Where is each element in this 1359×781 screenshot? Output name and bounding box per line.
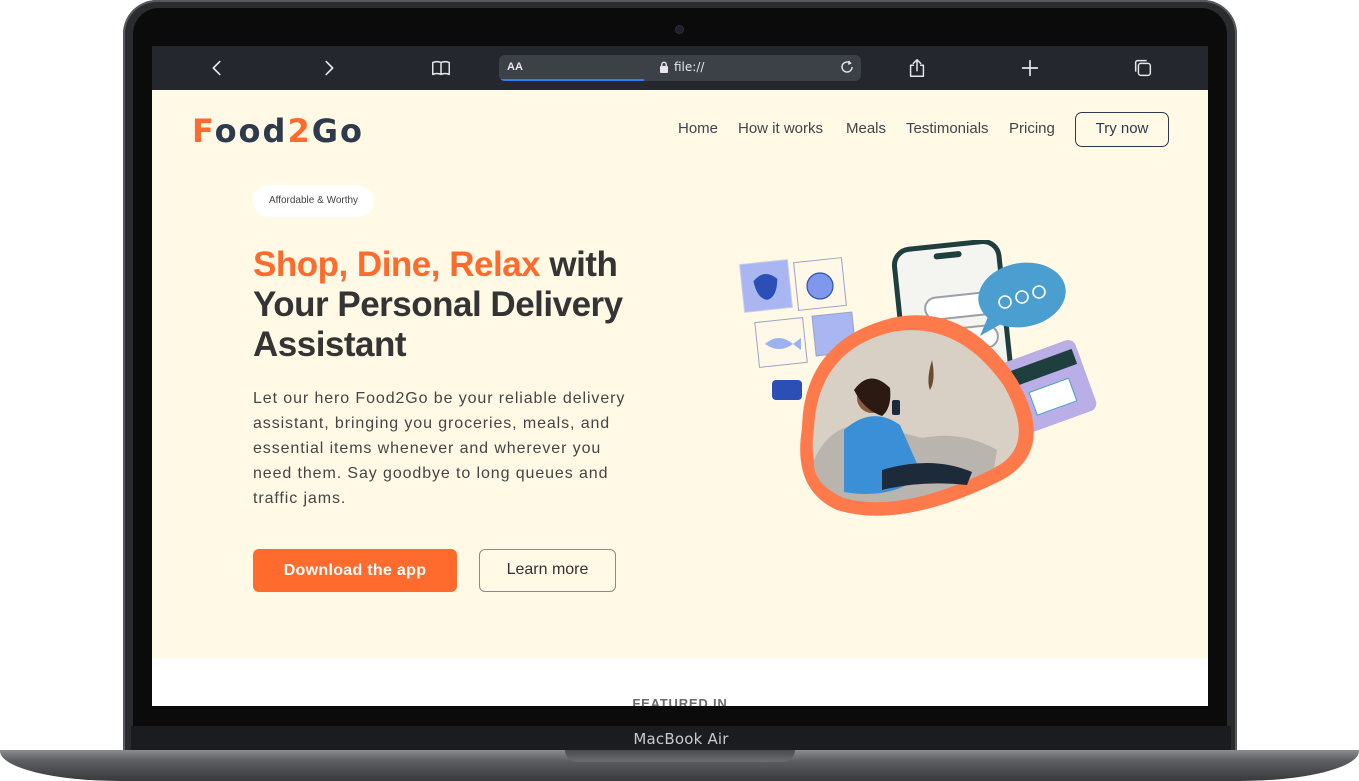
laptop-notch [565, 750, 795, 762]
share-icon[interactable] [905, 56, 929, 80]
browser-toolbar: AA file:// [152, 46, 1208, 90]
hero-illustration [739, 240, 1097, 516]
logo-letter: Go [311, 112, 364, 150]
reload-icon[interactable] [839, 59, 855, 75]
nav-link-testimonials[interactable]: Testimonials [906, 120, 989, 137]
logo-letter: o [238, 112, 263, 150]
download-app-button[interactable]: Download the app [253, 549, 457, 592]
site-logo[interactable]: Food2Go [192, 112, 364, 150]
featured-in-heading: FEATURED IN [632, 696, 728, 706]
nav-link-home[interactable]: Home [678, 120, 718, 137]
address-bar[interactable]: AA file:// [499, 55, 861, 81]
page-load-progress [501, 79, 644, 81]
forward-icon[interactable] [317, 56, 341, 80]
logo-letter: o [214, 112, 239, 150]
url-text: file:// [674, 60, 705, 74]
back-icon[interactable] [205, 56, 229, 80]
learn-more-button[interactable]: Learn more [479, 549, 616, 592]
nav-link-meals[interactable]: Meals [846, 120, 886, 137]
new-tab-icon[interactable] [1018, 56, 1042, 80]
try-now-button[interactable]: Try now [1075, 112, 1169, 147]
nav-link-how-it-works[interactable]: How it works [738, 120, 823, 137]
headline-accent: Shop, Dine, Relax [253, 245, 541, 284]
logo-letter: F [192, 112, 215, 150]
reader-text-size-button[interactable]: AA [507, 61, 523, 73]
lock-icon [660, 61, 668, 73]
screen: AA file:// Food2Go Home How it works Mea… [152, 46, 1208, 706]
hero-badge: Affordable & Worthy [253, 185, 374, 217]
logo-letter: d [262, 112, 288, 150]
logo-letter: 2 [287, 112, 312, 150]
nav-link-pricing[interactable]: Pricing [1009, 120, 1055, 137]
webcam [676, 26, 683, 33]
landing-page: Food2Go Home How it works Meals Testimon… [152, 90, 1208, 658]
bookmarks-icon[interactable] [429, 56, 453, 80]
hero-description: Let our hero Food2Go be your reliable de… [253, 390, 626, 507]
tabs-overview-icon[interactable] [1131, 56, 1155, 80]
device-label: MacBook Air [633, 730, 729, 748]
hero-headline: Shop, Dine, Relax with Your Personal Del… [253, 245, 673, 365]
